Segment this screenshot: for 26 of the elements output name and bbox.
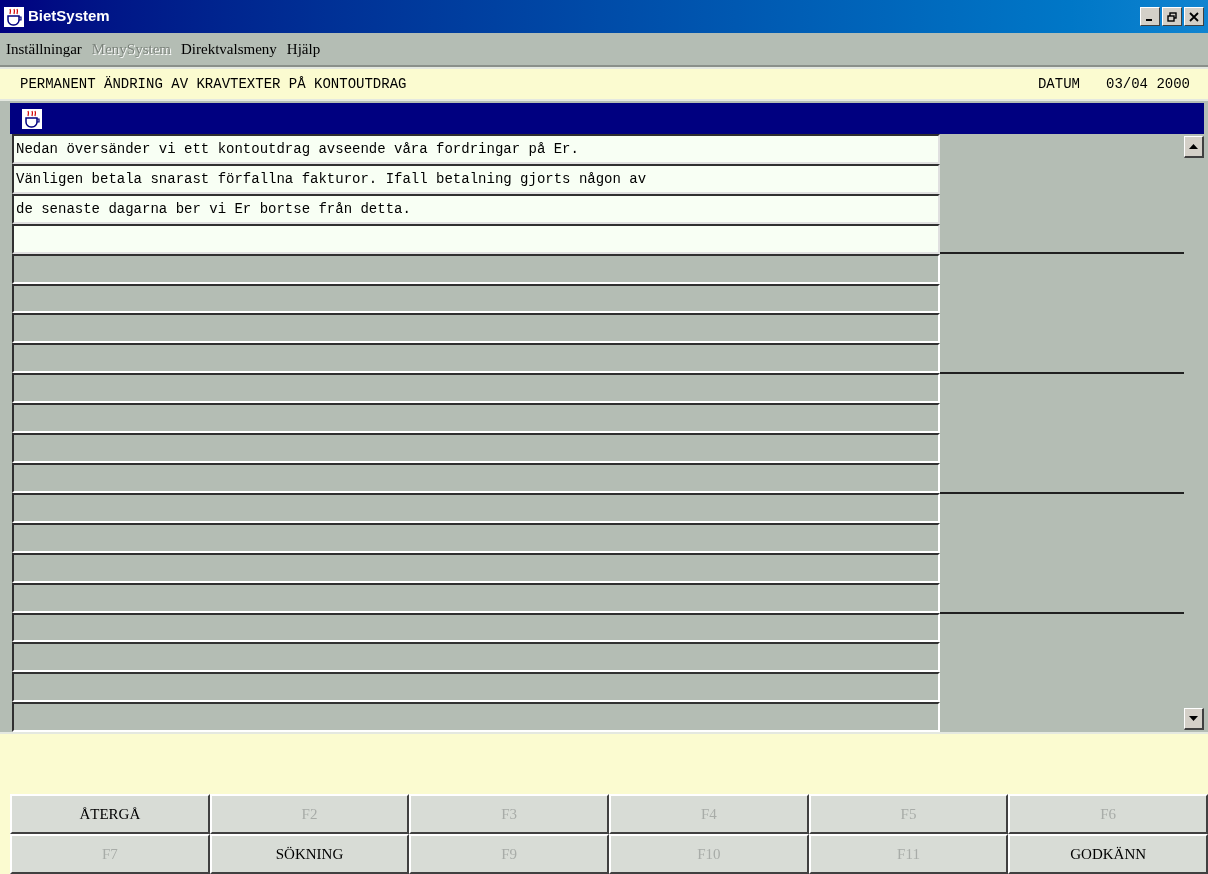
function-key-button[interactable]: GODKÄNN: [1008, 834, 1208, 874]
close-button[interactable]: [1184, 7, 1204, 26]
down-arrow-icon: [1189, 716, 1198, 721]
window-title: BietSystem: [28, 6, 110, 27]
text-line-field[interactable]: Nedan översänder vi ett kontoutdrag avseende våra fordringar på Er.: [12, 134, 940, 164]
text-line-field[interactable]: [12, 223, 940, 254]
text-line-field[interactable]: Vänligen betala snarast förfallna fakturor. Ifall betalning gjorts någon av: [12, 163, 940, 194]
app-icon: [4, 6, 24, 27]
menu-item[interactable]: Hjälp: [286, 37, 321, 61]
date-value: 03/04 2000: [1106, 74, 1190, 94]
scroll-up-button[interactable]: [1184, 136, 1204, 158]
text-line-field[interactable]: de senaste dagarna ber vi Er bortse från detta.: [12, 193, 940, 224]
close-icon: [1189, 11, 1199, 22]
app-icon: [22, 108, 42, 129]
minimize-button[interactable]: [1140, 7, 1160, 26]
minimize-icon: [1145, 19, 1152, 21]
date-label: DATUM: [1037, 74, 1080, 94]
menu-item[interactable]: Inställningar: [6, 37, 82, 61]
restore-icon: [1167, 11, 1177, 22]
menu-item[interactable]: Direktvalsmeny: [181, 37, 277, 61]
function-key-button[interactable]: SÖKNING: [209, 834, 410, 874]
screen-title: PERMANENT ÄNDRING AV KRAVTEXTER PÅ KONTOUTDRAG: [20, 74, 407, 94]
up-arrow-icon: [1189, 144, 1198, 149]
scroll-down-button[interactable]: [1184, 708, 1204, 730]
function-key-button[interactable]: ÅTERGÅ: [10, 794, 210, 834]
restore-button[interactable]: [1162, 7, 1182, 26]
